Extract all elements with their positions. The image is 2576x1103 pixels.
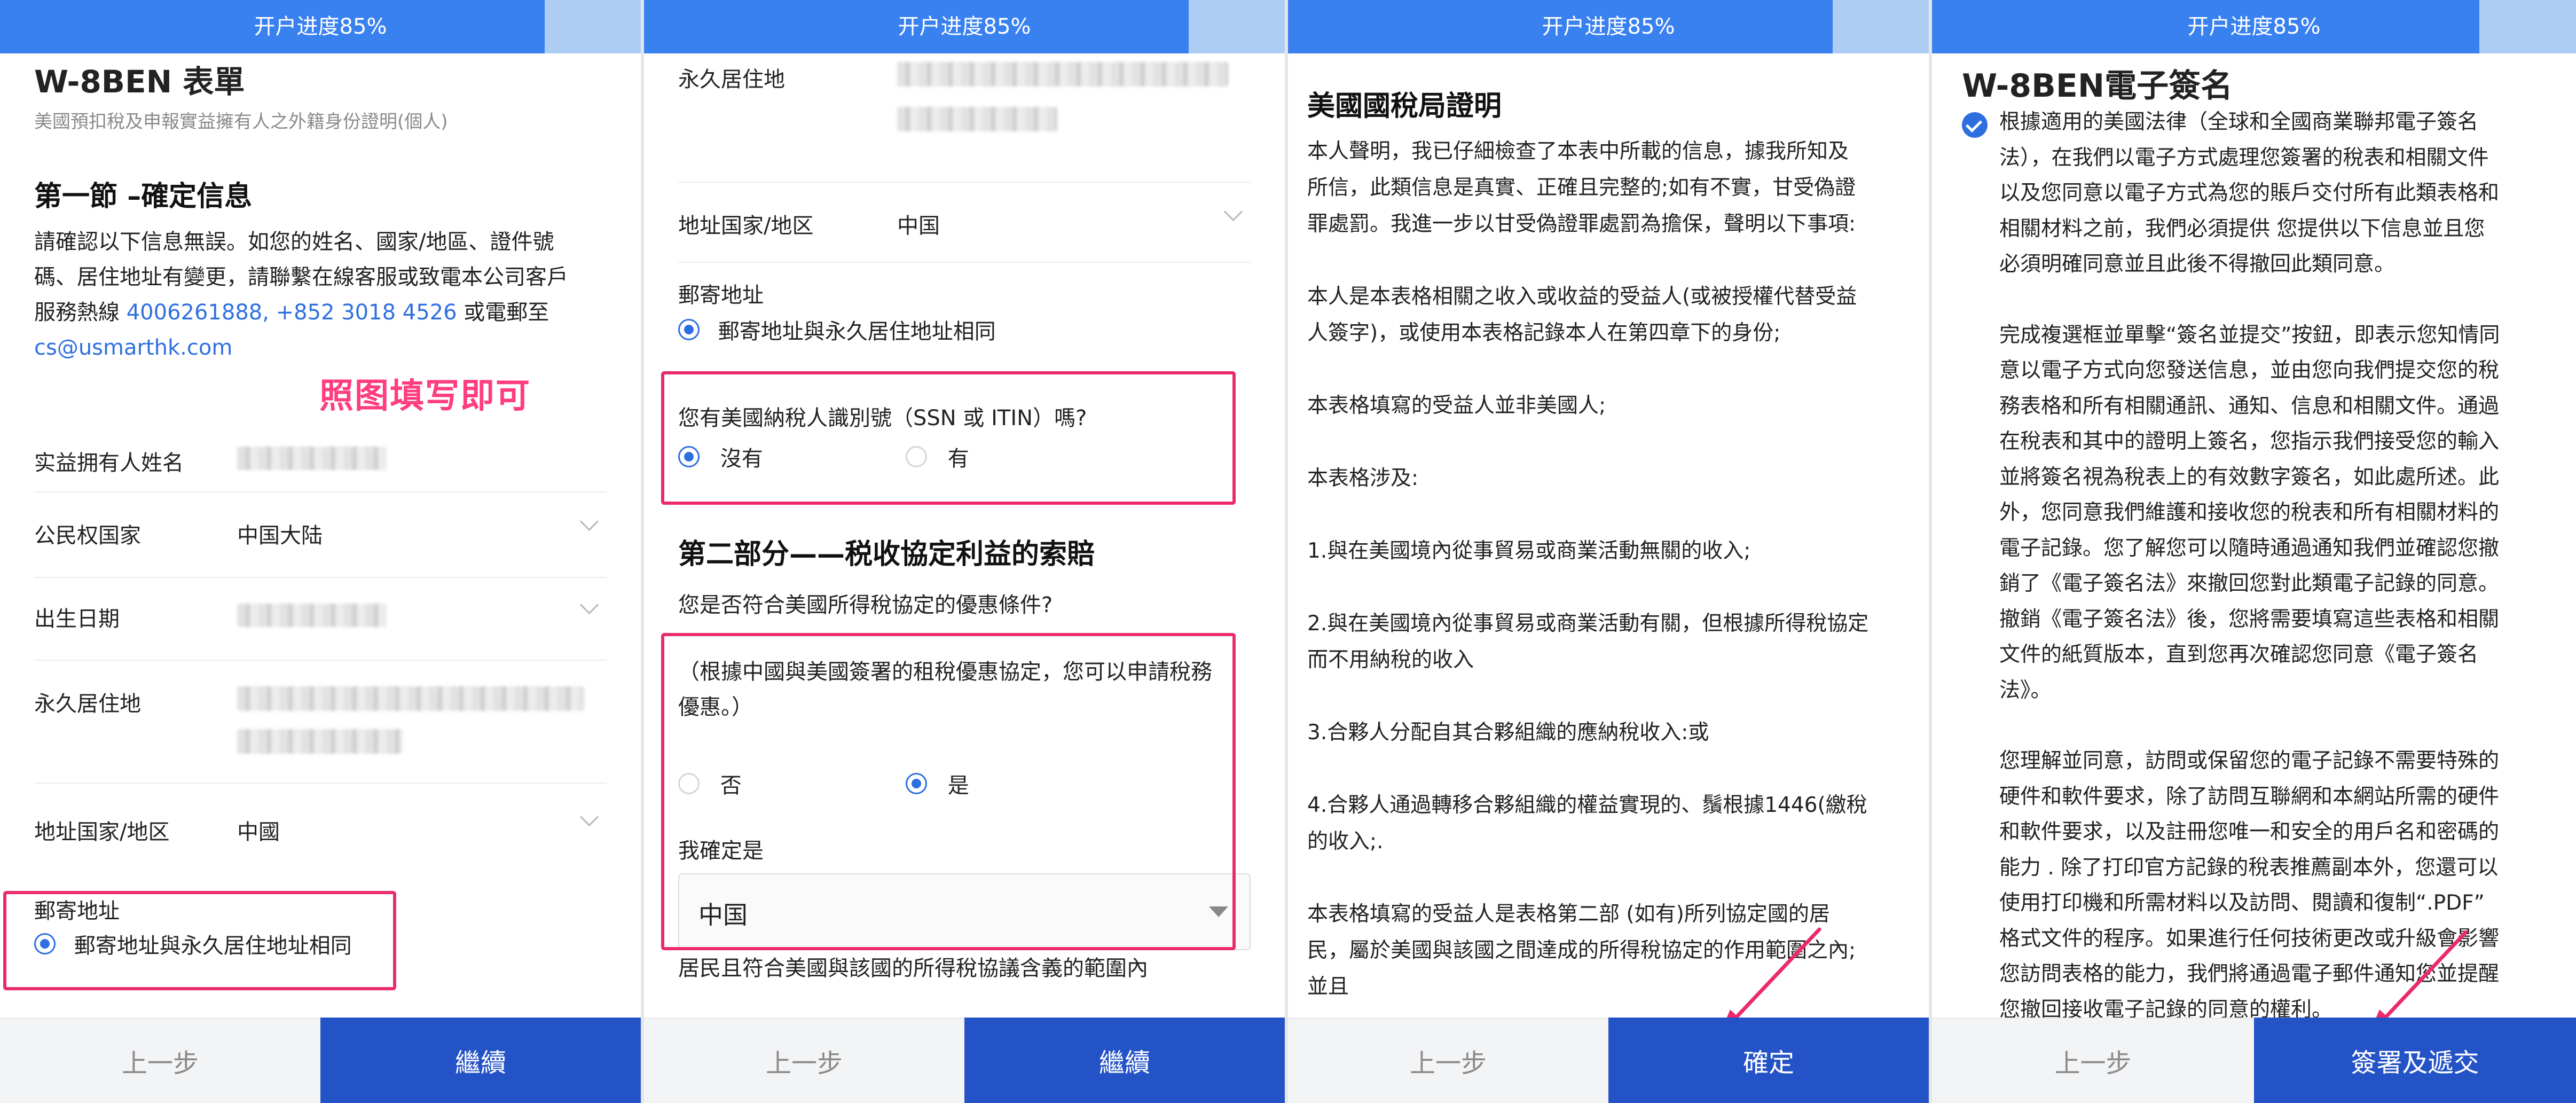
- chevron-down-icon: [579, 512, 599, 531]
- progress-label: 开户进度85%: [254, 14, 387, 39]
- footer: 上一步 簽署及遞交: [1932, 1018, 2576, 1103]
- field-label: 出生日期: [34, 607, 120, 631]
- blurred-value: [237, 604, 387, 627]
- chevron-down-icon: [579, 807, 599, 827]
- mailing-option[interactable]: 郵寄地址與永久居住地址相同: [678, 314, 996, 345]
- footer: 上一步 確定: [1288, 1018, 1929, 1103]
- annotation-arrow: [2367, 930, 2468, 1039]
- field-address-country[interactable]: 地址国家/地区 中国: [678, 182, 1251, 263]
- blurred-value: [897, 62, 1228, 87]
- field-label: 永久居住地: [34, 692, 141, 716]
- mailing-label: 郵寄地址: [678, 283, 764, 308]
- highlight-box-mailing: [3, 891, 396, 990]
- progress-label: 开户进度85%: [898, 14, 1031, 39]
- intro-line: 碼、居住地址有變更，請聯繫在線客服或致電本公司客戶: [34, 265, 568, 290]
- highlight-box-treaty: [661, 633, 1236, 950]
- intro-text: 請確認以下信息無誤。如您的姓名、國家/地區、證件號 碼、居住地址有變更，請聯繫在…: [34, 224, 611, 365]
- field-residence[interactable]: 永久居住地: [34, 660, 607, 784]
- field-label: 地址国家/地区: [678, 214, 814, 238]
- field-birth-date[interactable]: 出生日期: [34, 577, 607, 661]
- prev-button[interactable]: 上一步: [0, 1018, 320, 1103]
- prev-button[interactable]: 上一步: [1932, 1018, 2254, 1103]
- field-residence[interactable]: 永久居住地: [678, 53, 1251, 183]
- progress-bar: 开户进度85%: [0, 0, 641, 53]
- panel-treaty: 开户进度85% 永久居住地 地址国家/地区 中国 郵寄地址 郵寄地址與永久居住地…: [644, 0, 1288, 1103]
- footer: 上一步 繼續: [644, 1018, 1285, 1103]
- email-link[interactable]: cs@usmarthk.com: [34, 330, 611, 365]
- field-label: 永久居住地: [678, 67, 785, 92]
- annotation-fill-as-shown: 照图填写即可: [319, 377, 531, 416]
- panel-e-signature: 开户进度85% W-8BEN電子簽名 根據適用的美國法律（全球和全國商業聯邦電子…: [1932, 0, 2576, 1103]
- part2-title: 第二部分——税收協定利益的索賠: [678, 538, 1095, 570]
- chevron-down-icon: [1223, 202, 1243, 222]
- panel-content: W-8BEN 表單 美國預扣稅及申報實益擁有人之外籍身份證明(個人) 第一節 –…: [0, 53, 641, 1018]
- highlight-box-tin: [661, 371, 1236, 505]
- panel-irs-certification: 开户进度85% 美國國稅局證明 本人聲明，我已仔細檢查了本表中所載的信息，據我所…: [1288, 0, 1932, 1103]
- section-title: 第一節 –確定信息: [34, 181, 253, 213]
- field-citizenship[interactable]: 公民权国家 中国大陆: [34, 491, 607, 578]
- continue-button[interactable]: 繼續: [320, 1018, 641, 1103]
- continue-button[interactable]: 繼續: [964, 1018, 1285, 1103]
- field-value: 中国大陆: [237, 523, 323, 548]
- intro-text-span: 或電郵至: [457, 300, 549, 325]
- chevron-down-icon: [579, 595, 599, 615]
- phone-link-cn[interactable]: 4006261888: [127, 300, 263, 325]
- field-address-country[interactable]: 地址国家/地区 中國: [34, 783, 607, 863]
- field-label: 实益拥有人姓名: [34, 451, 184, 475]
- mailing-option-label: 郵寄地址與永久居住地址相同: [718, 319, 996, 344]
- page-title: W-8BEN 表單: [34, 64, 245, 100]
- sign-submit-button[interactable]: 簽署及遞交: [2254, 1018, 2576, 1103]
- field-owner-name[interactable]: 实益拥有人姓名: [34, 422, 607, 492]
- resident-text: 居民且符合美國與該國的所得稅協議含義的範圍內: [678, 956, 1148, 977]
- phone-link-hk[interactable]: +852 3018 4526: [276, 300, 457, 325]
- intro-text-span: 服務熱線: [34, 300, 127, 325]
- prev-button[interactable]: 上一步: [644, 1018, 964, 1103]
- phone-separator: ,: [262, 300, 276, 325]
- blurred-value: [237, 447, 387, 470]
- intro-line: 服務熱線 4006261888, +852 3018 4526 或電郵至: [34, 295, 611, 330]
- treaty-question: 您是否符合美國所得稅協定的優惠條件?: [678, 593, 1053, 617]
- blurred-value: [237, 729, 403, 754]
- annotation-arrow: [1718, 927, 1821, 1039]
- screenshot-strip: 开户进度85% W-8BEN 表單 美國預扣稅及申報實益擁有人之外籍身份證明(個…: [0, 0, 2576, 1103]
- prev-button[interactable]: 上一步: [1288, 1018, 1608, 1103]
- radio-selected-icon[interactable]: [678, 319, 700, 340]
- field-value: 中國: [237, 820, 280, 844]
- confirm-button[interactable]: 確定: [1608, 1018, 1929, 1103]
- intro-line: 請確認以下信息無誤。如您的姓名、國家/地區、證件號: [34, 230, 554, 254]
- field-label: 地址国家/地区: [34, 820, 170, 844]
- progress-bar: 开户进度85%: [644, 0, 1285, 53]
- blurred-value: [897, 107, 1057, 131]
- page-subtitle: 美國預扣稅及申報實益擁有人之外籍身份證明(個人): [34, 111, 448, 132]
- blurred-value: [237, 686, 584, 711]
- field-value: 中国: [897, 214, 940, 238]
- footer: 上一步 繼續: [0, 1018, 641, 1103]
- panel-w8ben-form: 开户进度85% W-8BEN 表單 美國預扣稅及申報實益擁有人之外籍身份證明(個…: [0, 0, 644, 1103]
- field-label: 公民权国家: [34, 523, 141, 548]
